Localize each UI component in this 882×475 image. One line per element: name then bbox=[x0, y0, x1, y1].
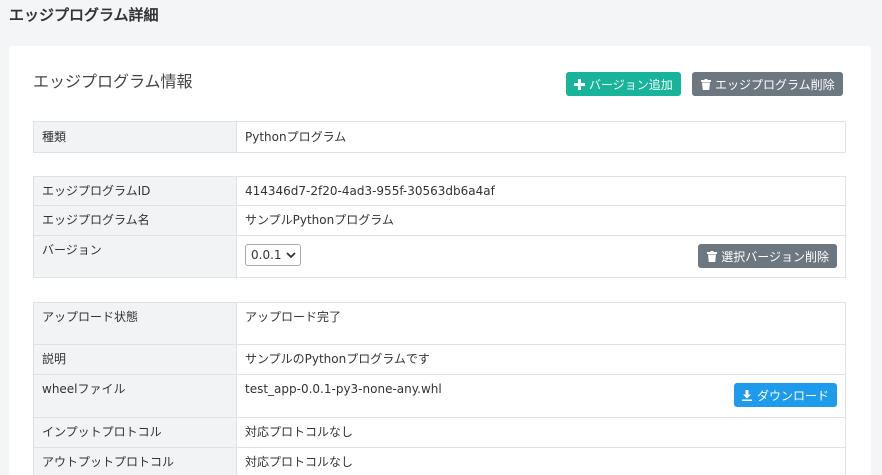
upload-status-key: アップロード状態 bbox=[33, 302, 237, 345]
card-title: エッジプログラム情報 bbox=[33, 72, 193, 91]
wheel-file-cell: test_app-0.0.1-py3-none-any.whl ダウンロード bbox=[236, 374, 846, 418]
table-row: エッジプログラムID 414346d7-2f20-4ad3-955f-30563… bbox=[33, 176, 846, 206]
version-table: アップロード状態 アップロード完了 説明 サンプルのPythonプログラムです … bbox=[33, 302, 846, 475]
version-cell: 0.0.1 選択バージョン削除 bbox=[236, 235, 846, 278]
description-key: 説明 bbox=[33, 344, 237, 375]
program-id-value: 414346d7-2f20-4ad3-955f-30563db6a4af bbox=[236, 176, 846, 206]
program-name-key: エッジプログラム名 bbox=[33, 205, 237, 236]
table-row: エッジプログラム名 サンプルPythonプログラム bbox=[33, 205, 846, 236]
version-select[interactable]: 0.0.1 bbox=[245, 244, 301, 266]
type-value: Pythonプログラム bbox=[236, 121, 846, 153]
version-key: バージョン bbox=[33, 235, 237, 278]
table-row: アウトプットプロトコル 対応プロトコルなし bbox=[33, 447, 846, 475]
download-icon bbox=[742, 389, 753, 401]
delete-version-button[interactable]: 選択バージョン削除 bbox=[698, 244, 837, 268]
table-row: wheelファイル test_app-0.0.1-py3-none-any.wh… bbox=[33, 374, 846, 418]
program-info-card: エッジプログラム情報 バージョン追加 エッジプログラム削除 種類 Pythonプ… bbox=[9, 46, 871, 475]
type-table: 種類 Pythonプログラム bbox=[33, 121, 846, 153]
description-value: サンプルのPythonプログラムです bbox=[236, 344, 846, 375]
wheel-file-value: test_app-0.0.1-py3-none-any.whl bbox=[245, 382, 442, 396]
delete-version-label: 選択バージョン削除 bbox=[721, 249, 829, 264]
table-row: 説明 サンプルのPythonプログラムです bbox=[33, 344, 846, 375]
output-protocol-key: アウトプットプロトコル bbox=[33, 447, 237, 475]
type-key: 種類 bbox=[33, 121, 237, 153]
page-title: エッジプログラム詳細 bbox=[9, 6, 159, 24]
upload-status-value: アップロード完了 bbox=[236, 302, 846, 345]
program-name-value: サンプルPythonプログラム bbox=[236, 205, 846, 236]
input-protocol-value: 対応プロトコルなし bbox=[236, 417, 846, 448]
trash-icon bbox=[700, 78, 711, 90]
output-protocol-value: 対応プロトコルなし bbox=[236, 447, 846, 475]
table-row: 種類 Pythonプログラム bbox=[33, 121, 846, 153]
chevron-down-icon bbox=[285, 251, 296, 259]
input-protocol-key: インプットプロトコル bbox=[33, 417, 237, 448]
table-row: インプットプロトコル 対応プロトコルなし bbox=[33, 417, 846, 448]
program-table: エッジプログラムID 414346d7-2f20-4ad3-955f-30563… bbox=[33, 176, 846, 278]
add-version-label: バージョン追加 bbox=[589, 77, 673, 92]
plus-icon bbox=[574, 78, 585, 90]
download-button[interactable]: ダウンロード bbox=[733, 383, 837, 407]
table-row: アップロード状態 アップロード完了 bbox=[33, 302, 846, 345]
version-selected: 0.0.1 bbox=[251, 248, 282, 262]
trash-icon bbox=[706, 250, 717, 262]
download-label: ダウンロード bbox=[756, 388, 829, 403]
table-row: バージョン 0.0.1 選択バージョン削除 bbox=[33, 235, 846, 278]
wheel-file-key: wheelファイル bbox=[33, 374, 237, 418]
delete-program-button[interactable]: エッジプログラム削除 bbox=[692, 72, 843, 96]
add-version-button[interactable]: バージョン追加 bbox=[566, 72, 681, 96]
program-id-key: エッジプログラムID bbox=[33, 176, 237, 206]
delete-program-label: エッジプログラム削除 bbox=[715, 77, 835, 92]
